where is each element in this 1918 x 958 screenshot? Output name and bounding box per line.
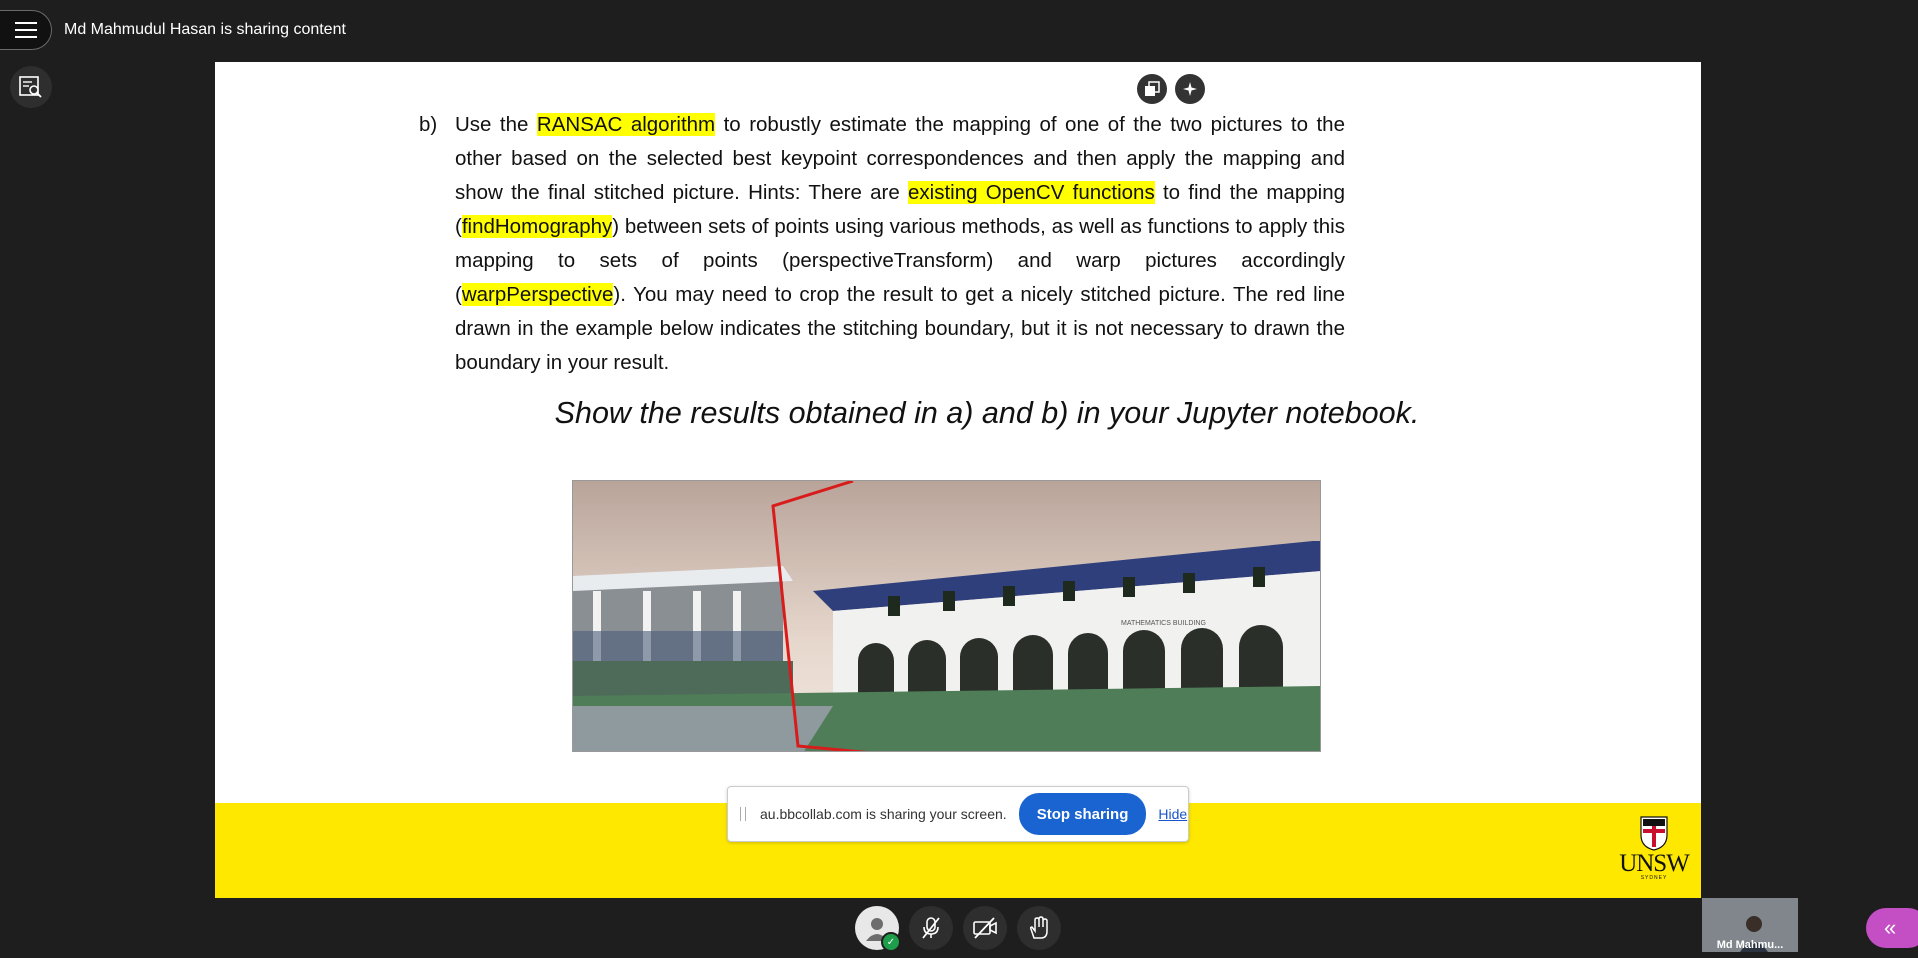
stop-sharing-button[interactable]: Stop sharing: [1018, 793, 1147, 835]
session-controls: ✓: [855, 906, 1061, 952]
drag-handle[interactable]: [740, 807, 746, 821]
highlighted-text: warpPerspective: [461, 283, 614, 306]
my-status-button[interactable]: ✓: [855, 906, 901, 952]
camera-toggle[interactable]: [963, 906, 1007, 950]
main-menu-button[interactable]: [0, 10, 52, 50]
highlighted-text: RANSAC algorithm: [536, 113, 716, 136]
paragraph-text: Use the: [455, 113, 537, 136]
copy-icon: [1145, 81, 1160, 96]
highlighted-text: findHomography: [461, 215, 613, 238]
ai-assist-button[interactable]: [1175, 74, 1205, 104]
screen-share-notification: au.bbcollab.com is sharing your screen. …: [727, 786, 1189, 842]
unsw-logo: UNSW SYDNEY: [1619, 815, 1690, 881]
building-sign: MATHEMATICS BUILDING: [1121, 620, 1206, 627]
unsw-logo-subtext: SYDNEY: [1640, 875, 1668, 881]
hamburger-icon: [15, 22, 37, 38]
participant-video-thumbnail[interactable]: Md Mahmu...: [1702, 898, 1798, 952]
copy-content-button[interactable]: [1137, 74, 1167, 104]
open-collaborate-panel-button[interactable]: «: [1866, 908, 1918, 948]
item-label: b): [419, 113, 438, 136]
raise-hand-button[interactable]: [1017, 906, 1061, 950]
stitched-example-image: MATHEMATICS BUILDING: [572, 480, 1321, 752]
camera-off-icon: [973, 917, 997, 939]
find-in-content-button[interactable]: [10, 66, 52, 108]
participant-name: Md Mahmu...: [1716, 939, 1784, 951]
status-check-icon: ✓: [881, 932, 901, 952]
unsw-logo-text: UNSW: [1619, 850, 1690, 877]
double-chevron-left-icon: «: [1884, 915, 1897, 940]
hide-notification-link[interactable]: Hide: [1158, 806, 1187, 822]
share-message: au.bbcollab.com is sharing your screen.: [760, 806, 1007, 822]
task-paragraph: b) Use the RANSAC algorithm to robustly …: [419, 108, 1345, 380]
shared-slide: b) Use the RANSAC algorithm to robustly …: [215, 62, 1701, 898]
instruction-line: Show the results obtained in a) and b) i…: [554, 396, 1420, 430]
sparkle-icon: [1183, 82, 1197, 96]
document-search-icon: [19, 76, 42, 98]
slide-toolbar: [1137, 74, 1205, 104]
hand-icon: [1029, 916, 1048, 939]
university-crest-icon: [1640, 816, 1668, 851]
microphone-off-icon: [922, 917, 940, 939]
highlighted-text: existing OpenCV functions: [908, 181, 1155, 204]
paragraph-body: Use the RANSAC algorithm to robustly est…: [455, 113, 1345, 374]
microphone-toggle[interactable]: [909, 906, 953, 950]
sharing-status-text: Md Mahmudul Hasan is sharing content: [64, 21, 346, 38]
